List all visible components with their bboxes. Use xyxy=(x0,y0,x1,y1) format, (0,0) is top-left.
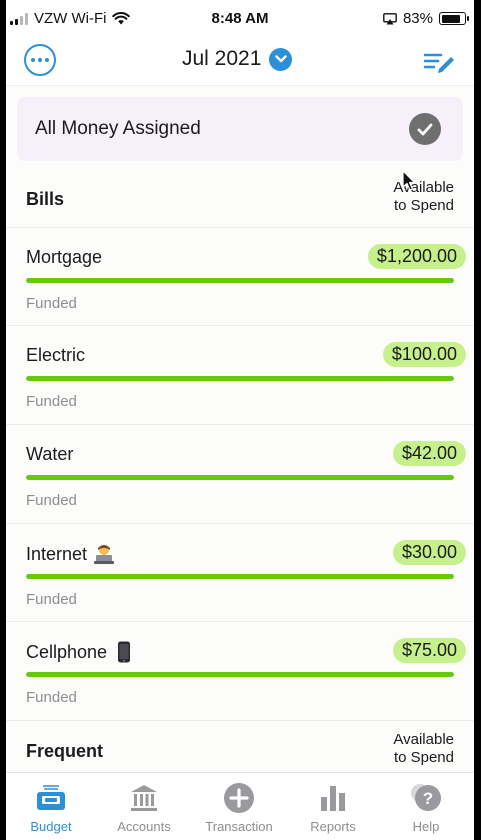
funding-progress-bar xyxy=(26,672,454,677)
mouse-cursor-icon xyxy=(402,170,416,191)
status-right: 83% xyxy=(383,10,469,27)
tab-label: Help xyxy=(412,819,440,834)
all-money-assigned-banner[interactable]: All Money Assigned xyxy=(17,97,463,161)
category-row-mortgage[interactable]: Mortgage $1,200.00 Funded xyxy=(6,227,474,326)
tab-accounts[interactable]: Accounts xyxy=(99,781,189,834)
funding-status: Funded xyxy=(26,689,77,706)
tab-reports[interactable]: Reports xyxy=(288,781,378,834)
available-amount-badge: $1,200.00 xyxy=(367,244,466,269)
available-amount-badge: $75.00 xyxy=(392,638,466,663)
category-name: Mortgage xyxy=(26,247,103,267)
bar-chart-icon xyxy=(316,781,350,815)
category-row-cellphone[interactable]: Cellphone $75.00 Funded xyxy=(6,621,474,720)
check-circle-icon xyxy=(409,113,441,145)
battery-percent: 83% xyxy=(402,10,433,27)
available-amount-badge: $30.00 xyxy=(392,540,466,565)
month-label: Jul 2021 xyxy=(182,47,262,70)
status-bar: VZW Wi-Fi 8:48 AM 83% xyxy=(6,0,474,36)
tab-label: Reports xyxy=(310,819,356,834)
tab-budget[interactable]: Budget xyxy=(6,781,96,834)
category-name: Internet xyxy=(26,543,115,565)
svg-text:?: ? xyxy=(423,789,433,808)
tab-label: Transaction xyxy=(205,819,273,834)
battery-level-fill xyxy=(441,14,460,23)
group-title: Frequent xyxy=(26,741,104,761)
category-row-internet[interactable]: Internet $30.00 Funded xyxy=(6,523,474,622)
category-name: Cellphone xyxy=(26,641,135,663)
funding-status: Funded xyxy=(26,492,77,509)
funding-progress-bar xyxy=(26,574,454,579)
funding-status: Funded xyxy=(26,295,77,312)
funding-status: Funded xyxy=(26,591,77,608)
funding-status: Funded xyxy=(26,393,77,410)
edit-list-button[interactable] xyxy=(423,48,456,74)
screen-mirroring-icon xyxy=(383,12,397,24)
help-bubble-icon: ? xyxy=(409,781,443,815)
plus-circle-icon xyxy=(222,781,256,815)
battery-icon xyxy=(439,12,469,25)
budget-icon xyxy=(34,781,68,815)
budget-header: Jul 2021 xyxy=(6,36,474,86)
tab-label: Budget xyxy=(30,819,72,834)
phone-screen: VZW Wi-Fi 8:48 AM 83% Jul 2021 All Money… xyxy=(6,0,474,840)
assigned-label: All Money Assigned xyxy=(35,118,201,139)
available-amount-badge: $42.00 xyxy=(392,441,466,466)
more-options-button[interactable] xyxy=(24,44,56,76)
funding-progress-bar xyxy=(26,376,454,381)
mobile-phone-emoji-icon xyxy=(113,641,135,663)
edit-list-icon xyxy=(423,53,454,73)
category-group-frequent[interactable]: Frequent Available to Spend xyxy=(6,720,474,776)
technologist-emoji-icon xyxy=(93,543,115,565)
bank-icon xyxy=(127,781,161,815)
ellipsis-circle-icon xyxy=(31,58,35,62)
available-amount-badge: $100.00 xyxy=(382,342,466,367)
category-name: Electric xyxy=(26,345,86,365)
available-to-spend-label: Available to Spend xyxy=(393,731,454,766)
month-selector[interactable]: Jul 2021 xyxy=(182,47,293,71)
funding-progress-bar xyxy=(26,475,454,480)
bottom-tab-bar: Budget Accounts Transaction Reports ? He… xyxy=(6,772,474,840)
funding-progress-bar xyxy=(26,278,454,283)
category-row-water[interactable]: Water $42.00 Funded xyxy=(6,424,474,523)
chevron-down-icon xyxy=(269,47,293,71)
category-name: Water xyxy=(26,444,74,464)
group-title: Bills xyxy=(26,189,65,209)
tab-transaction[interactable]: Transaction xyxy=(194,781,284,834)
tab-help[interactable]: ? Help xyxy=(381,781,471,834)
tab-label: Accounts xyxy=(117,819,171,834)
category-row-electric[interactable]: Electric $100.00 Funded xyxy=(6,325,474,424)
